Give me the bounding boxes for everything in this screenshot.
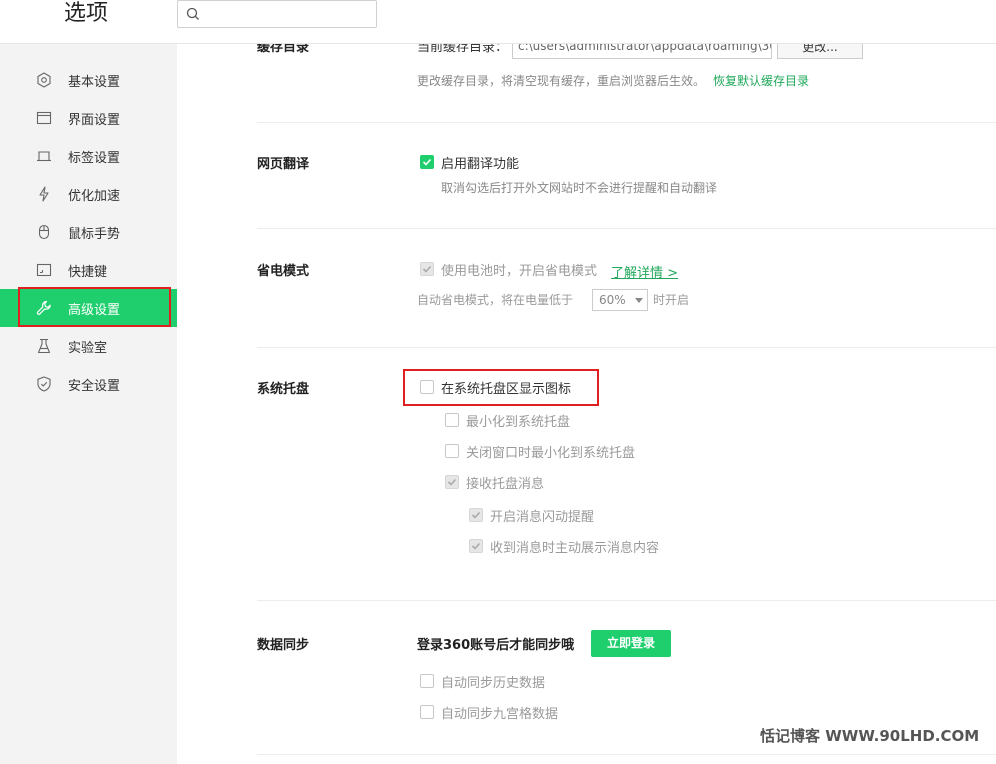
sidebar-item-shortcuts[interactable]: 快捷键 xyxy=(0,251,177,289)
receive-tray-messages-checkbox[interactable] xyxy=(445,475,459,489)
sidebar-item-label: 安全设置 xyxy=(68,378,121,394)
sidebar-item-lab[interactable]: 实验室 xyxy=(0,327,177,365)
show-message-content-label[interactable]: 收到消息时主动展示消息内容 xyxy=(490,537,659,556)
minimize-to-tray-label[interactable]: 最小化到系统托盘 xyxy=(466,411,570,430)
section-label-sync: 数据同步 xyxy=(257,638,310,653)
page-title: 选项 xyxy=(64,1,109,26)
divider xyxy=(257,228,996,229)
search-input[interactable] xyxy=(206,5,371,25)
gear-icon xyxy=(36,72,52,88)
divider xyxy=(257,754,996,755)
title-bar: 选项 xyxy=(0,0,996,44)
translate-checkbox[interactable] xyxy=(420,155,434,169)
check-icon xyxy=(447,478,457,486)
translate-checkbox-label[interactable]: 启用翻译功能 xyxy=(441,153,519,172)
check-icon xyxy=(422,265,432,273)
check-icon xyxy=(471,542,481,550)
sidebar-item-label: 实验室 xyxy=(68,340,108,356)
section-label-power: 省电模式 xyxy=(257,264,310,279)
divider xyxy=(257,600,996,601)
sync-login-prompt: 登录360账号后才能同步哦 xyxy=(417,638,575,653)
flash-reminder-checkbox[interactable] xyxy=(469,508,483,522)
close-minimize-tray-checkbox[interactable] xyxy=(445,444,459,458)
battery-threshold-value: 60% xyxy=(599,293,626,307)
change-cache-button[interactable]: 更改... xyxy=(777,44,863,59)
sidebar-item-advanced[interactable]: 高级设置 xyxy=(0,289,177,327)
translate-hint: 取消勾选后打开外文网站时不会进行提醒和自动翻译 xyxy=(441,181,718,195)
auto-power-prefix: 自动省电模式，将在电量低于 xyxy=(417,293,574,307)
sidebar-item-label: 鼠标手势 xyxy=(68,226,121,242)
chevron-down-icon xyxy=(635,298,643,303)
sidebar-item-label: 界面设置 xyxy=(68,112,121,128)
sidebar-item-label: 优化加速 xyxy=(68,188,121,204)
battery-saving-checkbox[interactable] xyxy=(420,262,434,276)
battery-saving-label[interactable]: 使用电池时，开启省电模式 xyxy=(441,260,597,279)
cache-hint: 更改缓存目录，将清空现有缓存，重启浏览器后生效。 xyxy=(417,74,706,88)
cache-path-field[interactable]: c:\users\administrator\appdata\roaming\3… xyxy=(512,44,772,59)
receive-tray-messages-label[interactable]: 接收托盘消息 xyxy=(466,473,544,492)
settings-panel: 缓存目录 当前缓存目录： c:\users\administrator\appd… xyxy=(177,44,996,764)
sidebar-item-tabs[interactable]: 标签设置 xyxy=(0,137,177,175)
sidebar-item-optimize[interactable]: 优化加速 xyxy=(0,175,177,213)
window-icon xyxy=(36,110,52,126)
divider xyxy=(257,347,996,348)
section-label-cache: 缓存目录 xyxy=(257,44,310,55)
minimize-to-tray-checkbox[interactable] xyxy=(445,413,459,427)
sidebar-item-interface[interactable]: 界面设置 xyxy=(0,99,177,137)
watermark: 恬记博客 WWW.90LHD.COM xyxy=(760,727,980,745)
divider xyxy=(257,122,996,123)
sidebar-item-label: 快捷键 xyxy=(68,264,108,280)
mouse-icon xyxy=(36,224,52,240)
flask-icon xyxy=(36,338,52,354)
sidebar-item-label: 标签设置 xyxy=(68,150,121,166)
check-icon xyxy=(471,511,481,519)
sidebar-item-basic[interactable]: 基本设置 xyxy=(0,61,177,99)
shield-icon xyxy=(36,376,52,392)
close-minimize-tray-label[interactable]: 关闭窗口时最小化到系统托盘 xyxy=(466,442,635,461)
auto-power-suffix: 时开启 xyxy=(653,293,690,307)
sidebar-item-mouse-gesture[interactable]: 鼠标手势 xyxy=(0,213,177,251)
tab-icon xyxy=(36,148,52,164)
sidebar-item-label: 基本设置 xyxy=(68,74,121,90)
keyboard-icon xyxy=(36,262,52,278)
sidebar: 基本设置 界面设置 标签设置 优化加速 鼠标手势 快捷键 高级设置 实验室 安全… xyxy=(0,44,177,764)
sync-grid-checkbox[interactable] xyxy=(420,705,434,719)
lightning-icon xyxy=(36,186,52,202)
wrench-icon xyxy=(36,300,52,316)
sync-grid-label[interactable]: 自动同步九宫格数据 xyxy=(441,703,558,722)
show-tray-icon-label[interactable]: 在系统托盘区显示图标 xyxy=(441,378,571,397)
section-label-translate: 网页翻译 xyxy=(257,157,310,172)
sidebar-item-security[interactable]: 安全设置 xyxy=(0,365,177,403)
section-label-tray: 系统托盘 xyxy=(257,382,310,397)
battery-threshold-select[interactable]: 60% xyxy=(592,289,648,311)
sync-history-checkbox[interactable] xyxy=(420,674,434,688)
flash-reminder-label[interactable]: 开启消息闪动提醒 xyxy=(490,506,594,525)
sync-history-label[interactable]: 自动同步历史数据 xyxy=(441,672,545,691)
search-icon xyxy=(186,7,200,21)
restore-cache-link[interactable]: 恢复默认缓存目录 xyxy=(713,72,809,89)
sidebar-item-label: 高级设置 xyxy=(68,302,121,318)
login-button[interactable]: 立即登录 xyxy=(591,630,671,657)
cache-current-label: 当前缓存目录： xyxy=(417,44,509,55)
power-details-link[interactable]: 了解详情 > xyxy=(611,262,678,281)
search-box[interactable] xyxy=(177,0,377,28)
check-icon xyxy=(422,158,432,166)
show-tray-icon-checkbox[interactable] xyxy=(420,380,434,394)
show-message-content-checkbox[interactable] xyxy=(469,539,483,553)
